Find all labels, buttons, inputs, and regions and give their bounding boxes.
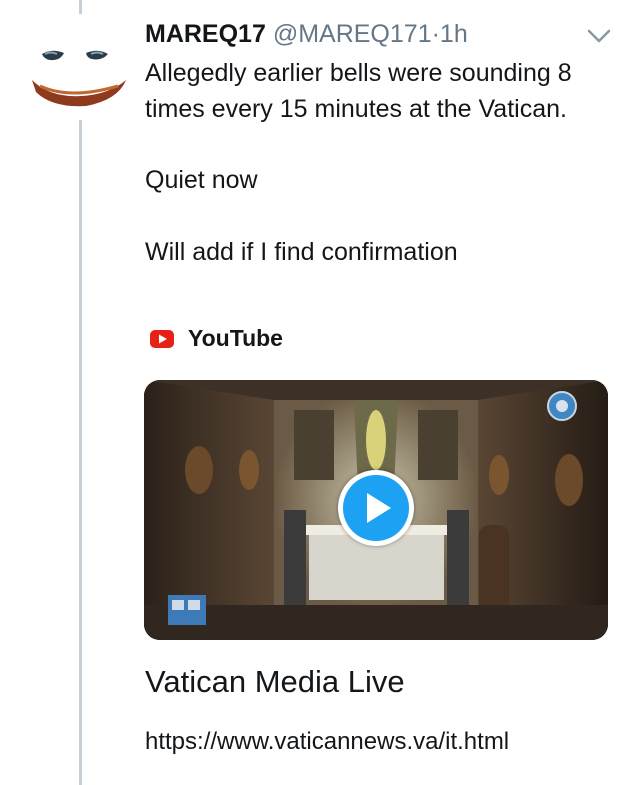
youtube-icon: [150, 329, 174, 348]
tweet-time[interactable]: 1h: [440, 20, 468, 48]
thread-line: [79, 120, 82, 785]
user-handle[interactable]: @MAREQ171: [273, 20, 432, 48]
play-icon: [367, 493, 391, 523]
card-source[interactable]: YouTube: [150, 325, 283, 352]
tweet-line-3: Will add if I find confirmation: [145, 237, 458, 266]
tweet-line-1: Allegedly earlier bells were sounding 8 …: [145, 59, 572, 123]
tweet-header: MAREQ17 @MAREQ171·1h: [145, 18, 468, 50]
play-button[interactable]: [338, 470, 414, 546]
avatar[interactable]: [30, 40, 128, 110]
chevron-down-icon[interactable]: [585, 26, 613, 46]
tweet-text: Allegedly earlier bells were sounding 8 …: [145, 56, 615, 270]
thread-line-top: [79, 0, 82, 14]
separator-dot: ·: [431, 20, 440, 48]
play-button-circle: [343, 475, 409, 541]
card-url[interactable]: https://www.vaticannews.va/it.html: [145, 726, 509, 758]
card-title[interactable]: Vatican Media Live: [145, 662, 405, 702]
card-source-label: YouTube: [188, 325, 283, 351]
tweet-line-2: Quiet now: [145, 166, 258, 194]
display-name[interactable]: MAREQ17: [145, 20, 266, 48]
